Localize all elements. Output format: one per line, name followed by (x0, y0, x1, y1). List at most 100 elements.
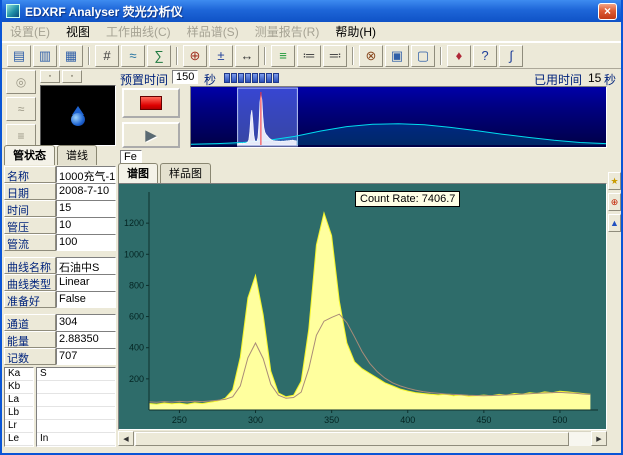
main-tab-1[interactable]: 谱图 (118, 163, 158, 183)
window-title: EDXRF Analyser 荧光分析仪 (25, 3, 183, 20)
roi-button[interactable]: ± (209, 45, 233, 67)
print-button[interactable]: ▣ (385, 45, 409, 67)
toolbar-separator (88, 47, 90, 65)
svg-text:1200: 1200 (124, 218, 144, 228)
info-value: 10 (56, 217, 116, 234)
stop-icon (140, 96, 162, 110)
windows-tile-button[interactable]: ▥ (33, 45, 57, 67)
line-list[interactable]: KaKbLaLbLrLe (4, 367, 34, 447)
main-tab-2[interactable]: 样品图 (160, 163, 211, 183)
progress-segment (266, 73, 272, 83)
chart-scrollbar[interactable]: ◀ ▶ (118, 431, 607, 446)
info-row: 曲线类型Linear (4, 274, 116, 291)
info-value: 15 (56, 200, 116, 217)
windows-grid-button[interactable]: ▦ (59, 45, 83, 67)
aux-button-2[interactable]: ▪ (62, 70, 82, 83)
export-icon: ♦ (456, 49, 463, 62)
line-cell[interactable]: Kb (5, 381, 33, 394)
hv-control-button[interactable]: ◎ (6, 70, 36, 94)
tools-button[interactable]: ⊗ (359, 45, 383, 67)
info-value: 100 (56, 234, 116, 251)
marker-button[interactable]: ⊕ (608, 193, 621, 211)
element-cell[interactable] (37, 407, 115, 420)
svg-text:250: 250 (172, 415, 187, 425)
left-tab-2[interactable]: 谱线 (57, 145, 97, 165)
peak-id-button[interactable]: ▲ (608, 214, 621, 232)
statistics-icon: ∫ (509, 49, 513, 62)
progress-segment (245, 73, 251, 83)
svg-text:450: 450 (476, 415, 491, 425)
scrollbar-thumb[interactable] (135, 432, 569, 446)
windows-overlay-icon: ▤ (13, 49, 25, 62)
element-list[interactable]: S In (36, 367, 116, 447)
auto-scale-button[interactable]: ★ (608, 172, 621, 190)
left-tab-1[interactable]: 管状态 (4, 145, 55, 165)
droplet-icon (71, 106, 85, 126)
roi-icon: ± (217, 49, 224, 62)
svg-text:200: 200 (129, 374, 144, 384)
menu-item-5[interactable]: 测量报告(R) (247, 21, 328, 42)
line-cell[interactable]: Lr (5, 420, 33, 433)
detector-meter-button[interactable]: ≡ (271, 45, 295, 67)
info-row: 能量2.88350 (4, 331, 116, 348)
element-cell[interactable] (37, 420, 115, 433)
expand-range-icon: ↔ (241, 49, 254, 62)
spectrum-preview[interactable] (190, 86, 607, 148)
smooth-button[interactable]: ≈ (121, 45, 145, 67)
title-bar[interactable]: EDXRF Analyser 荧光分析仪 × (2, 0, 621, 22)
export-button[interactable]: ♦ (447, 45, 471, 67)
info-label: 准备好 (4, 291, 56, 308)
report-page-button[interactable]: ▢ (411, 45, 435, 67)
preset-time-value[interactable]: 150 (172, 70, 198, 84)
element-cell[interactable] (37, 381, 115, 394)
progress-segment (273, 73, 279, 83)
stop-button[interactable] (122, 88, 180, 118)
line-cell[interactable]: Ka (5, 368, 33, 381)
info-row: 管压10 (4, 217, 116, 234)
count-rate-tooltip: Count Rate: 7406.7 (355, 191, 460, 207)
windows-overlay-button[interactable]: ▤ (7, 45, 31, 67)
aux-button-1[interactable]: ▪ (40, 70, 60, 83)
menu-item-4[interactable]: 样品谱(S) (179, 21, 247, 42)
grid-fit-button[interactable]: # (95, 45, 119, 67)
marker-icon: ⊕ (611, 197, 619, 208)
result-list-icon: ≕ (329, 49, 342, 62)
tools-icon: ⊗ (366, 49, 377, 62)
condition-list-button[interactable]: ≔ (297, 45, 321, 67)
menu-item-3[interactable]: 工作曲线(C) (98, 21, 179, 42)
line-cell[interactable]: Le (5, 433, 33, 446)
context-help-button[interactable]: ? (473, 45, 497, 67)
element-indicator: Fe (120, 150, 142, 164)
auto-scale-icon: ★ (610, 176, 618, 187)
scrollbar-track[interactable] (134, 431, 591, 446)
spectrum-plot[interactable]: Count Rate: 7406.7 200400600800100012002… (118, 183, 607, 430)
scroll-left-button[interactable]: ◀ (118, 431, 134, 446)
info-row: 管流100 (4, 234, 116, 251)
peak-search-button[interactable]: ⊕ (183, 45, 207, 67)
info-value: 707 (56, 348, 116, 365)
menu-item-6[interactable]: 帮助(H) (327, 21, 384, 42)
element-cell[interactable]: S (37, 368, 115, 381)
info-label: 能量 (4, 331, 56, 348)
scroll-right-button[interactable]: ▶ (591, 431, 607, 446)
expand-range-button[interactable]: ↔ (235, 45, 259, 67)
result-list-button[interactable]: ≕ (323, 45, 347, 67)
info-value: 2008-7-10 (56, 183, 116, 200)
statistics-button[interactable]: ∫ (499, 45, 523, 67)
menu-item-1[interactable]: 设置(E) (2, 21, 58, 42)
sum-button[interactable]: ∑ (147, 45, 171, 67)
spectrum-svg: 20040060080010001200250300350400450500 (119, 184, 606, 429)
element-cell[interactable]: In (37, 433, 115, 446)
element-cell[interactable] (37, 394, 115, 407)
menu-item-2[interactable]: 视图 (58, 21, 98, 42)
windows-tile-icon: ▥ (39, 49, 51, 62)
close-button[interactable]: × (598, 3, 617, 20)
svg-text:800: 800 (129, 280, 144, 290)
line-cell[interactable]: Lb (5, 407, 33, 420)
filter-control-button[interactable]: ≈ (6, 97, 36, 121)
progress-segment (252, 73, 258, 83)
start-button[interactable]: ▶ (122, 122, 180, 148)
main-tabs: 谱图样品图 (118, 166, 213, 183)
line-cell[interactable]: La (5, 394, 33, 407)
svg-text:500: 500 (552, 415, 567, 425)
